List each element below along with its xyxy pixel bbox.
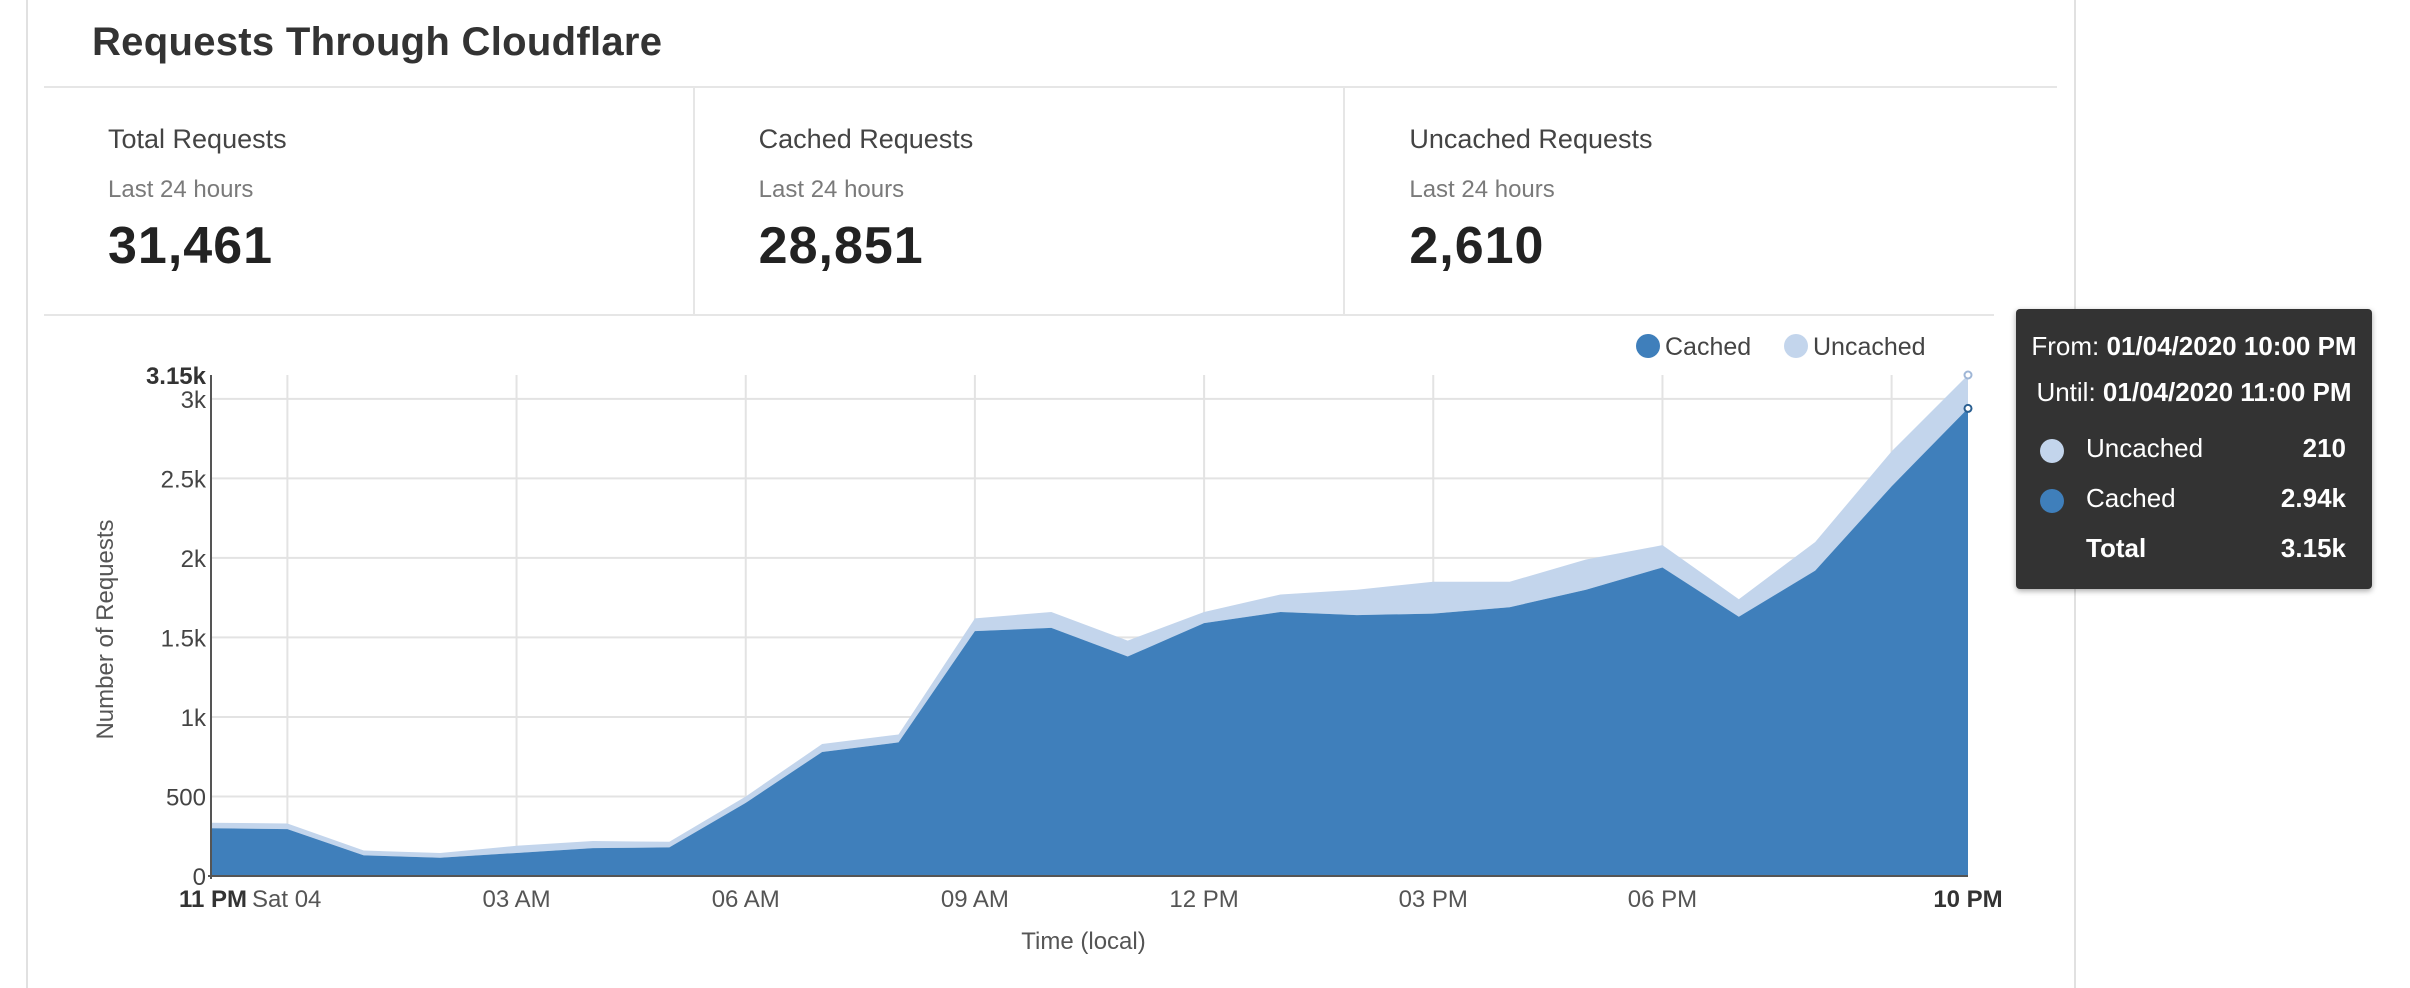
y-tick-label: 500: [166, 784, 206, 811]
tooltip-from: From: 01/04/2020 10:00 PM: [2016, 331, 2372, 362]
x-tick-sublabel: Sat 04: [252, 886, 321, 913]
x-tick-label: 12 PM: [1169, 886, 1238, 913]
tooltip-row-value: 2.94k: [2280, 483, 2346, 513]
cached-hover-marker: [1963, 403, 1973, 413]
tooltip-row-uncached: Uncached 210: [2040, 433, 2346, 473]
cached-legend-label: Cached: [1665, 333, 1751, 361]
tooltip-until: Until: 01/04/2020 11:00 PM: [2016, 377, 2372, 408]
y-tick-label: 2k: [181, 546, 207, 573]
tooltip-from-value: 01/04/2020 10:00 PM: [2106, 331, 2357, 361]
chart-tooltip: From: 01/04/2020 10:00 PM Until: 01/04/2…: [2016, 309, 2372, 589]
cached-swatch-icon: [2040, 489, 2064, 513]
x-tick-label: 11 PM: [179, 886, 247, 913]
tooltip-row-name: Cached: [2086, 483, 2176, 513]
tooltip-from-label: From:: [2031, 331, 2100, 361]
x-tick-label: 03 AM: [483, 886, 551, 913]
tooltip-row-total: Total 3.15k: [2040, 533, 2346, 573]
y-tick-label: 3k: [181, 387, 207, 414]
uncached-swatch-icon: [2040, 439, 2064, 463]
tooltip-row-name: Uncached: [2086, 433, 2204, 463]
x-tick-label: 03 PM: [1399, 886, 1468, 913]
tooltip-row-name: Total: [2086, 533, 2147, 563]
tooltip-until-label: Until:: [2036, 377, 2096, 407]
uncached-hover-marker: [1963, 370, 1973, 380]
x-tick-label: 09 AM: [941, 886, 1009, 913]
uncached-legend-icon[interactable]: [1784, 334, 1808, 358]
y-tick-label: 3.15k: [146, 363, 207, 390]
tooltip-row-cached: Cached 2.94k: [2040, 483, 2346, 523]
x-tick-label: 06 AM: [712, 886, 780, 913]
tooltip-until-value: 01/04/2020 11:00 PM: [2102, 377, 2352, 407]
y-tick-label: 2.5k: [161, 466, 207, 493]
y-tick-label: 1.5k: [161, 625, 207, 652]
tooltip-row-value: 210: [2302, 433, 2346, 463]
uncached-legend-label: Uncached: [1813, 333, 1926, 361]
y-axis-title: Number of Requests: [92, 519, 119, 739]
x-tick-label: 10 PM: [1933, 886, 2002, 913]
y-tick-label: 1k: [181, 705, 207, 732]
x-axis-title: Time (local): [1021, 928, 1145, 955]
cached-legend-icon[interactable]: [1636, 334, 1660, 358]
x-tick-label: 06 PM: [1628, 886, 1697, 913]
tooltip-row-value: 3.15k: [2280, 533, 2346, 563]
